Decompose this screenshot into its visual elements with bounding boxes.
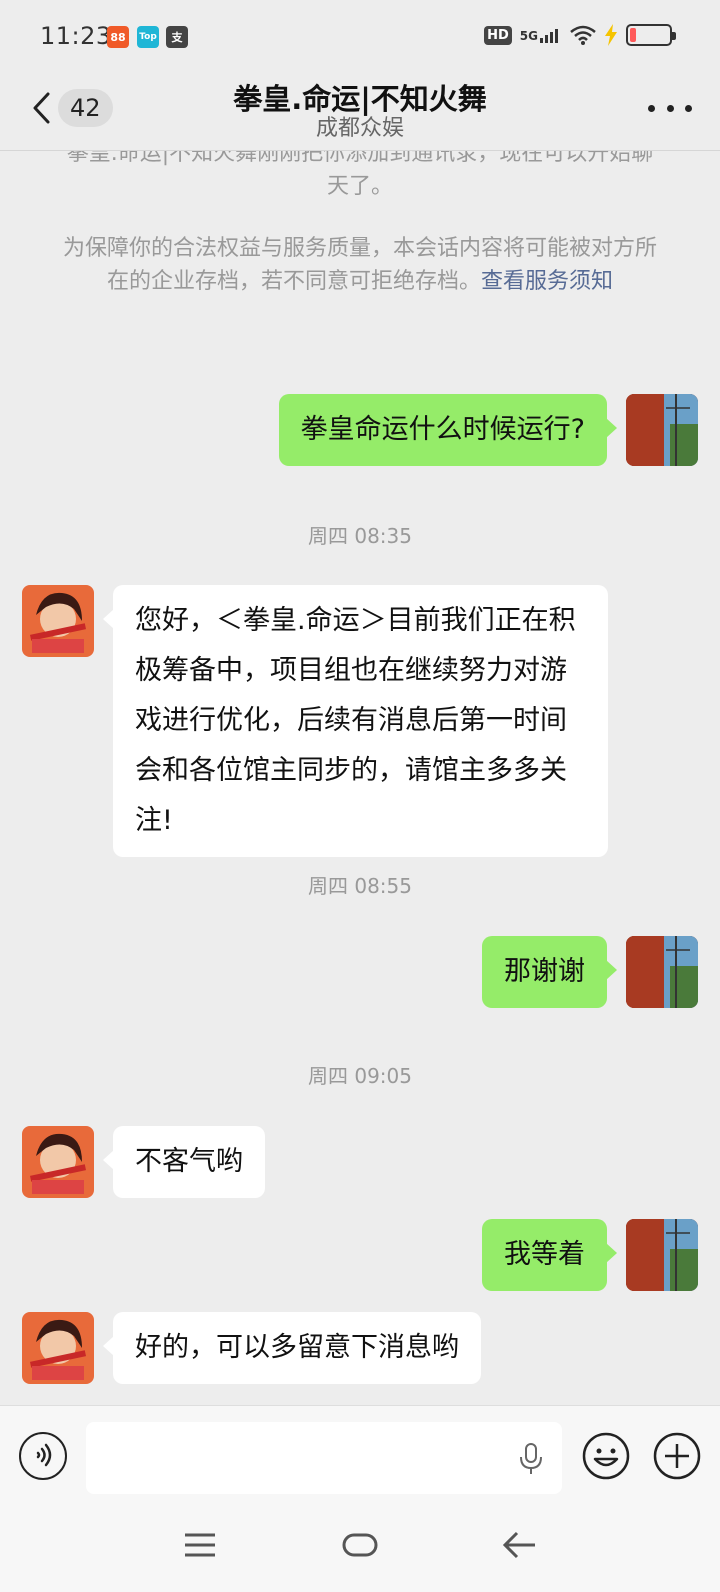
- status-bar: 11:23 88 Top 支 HD 5G: [0, 0, 720, 76]
- back-icon[interactable]: [495, 1525, 545, 1565]
- hd-icon: HD: [484, 25, 512, 45]
- added-contact-notice: 拳皇.命运|不知火舞刚刚把你添加到通讯录，现在可以开始聊天了。: [66, 151, 654, 199]
- message-timestamp: 周四 08:35: [308, 524, 412, 548]
- message-text-input[interactable]: [86, 1422, 562, 1494]
- contact-message-bubble[interactable]: 好的，可以多留意下消息哟: [103, 1312, 481, 1384]
- service-terms-link[interactable]: 查看服务须知: [481, 269, 613, 294]
- message-input-bar: [0, 1405, 720, 1507]
- battery-icon: [626, 24, 676, 46]
- alipay-icon: 支: [166, 26, 188, 48]
- chat-header: 42 拳皇.命运|不知火舞 成都众娱: [0, 76, 720, 150]
- contact-message-bubble[interactable]: 不客气哟: [103, 1126, 265, 1198]
- system-notices: 拳皇.命运|不知火舞刚刚把你添加到通讯录，现在可以开始聊天了。 为保障你的合法权…: [0, 151, 720, 341]
- message-timestamp: 周四 08:55: [308, 874, 412, 898]
- my-avatar[interactable]: [626, 936, 698, 1008]
- wifi-icon: [570, 25, 596, 45]
- signal-icon: 5G: [520, 27, 562, 43]
- voice-input-button[interactable]: [19, 1432, 67, 1480]
- contact-avatar[interactable]: [22, 1126, 94, 1198]
- my-message-bubble[interactable]: 我等着: [482, 1219, 617, 1291]
- status-time: 11:23: [40, 22, 112, 50]
- microphone-icon[interactable]: [518, 1442, 544, 1476]
- more-options-button[interactable]: [648, 96, 692, 120]
- menu-icon[interactable]: [175, 1525, 225, 1565]
- home-icon[interactable]: [335, 1525, 385, 1565]
- system-navigation-bar: [0, 1507, 720, 1592]
- contact-avatar[interactable]: [22, 585, 94, 657]
- voice-wave-icon: [36, 1443, 52, 1467]
- contact-avatar[interactable]: [22, 1312, 94, 1384]
- network-type: 5G: [519, 29, 538, 43]
- archive-notice: 为保障你的合法权益与服务质量，本会话内容将可能被对方所在的企业存档，若不同意可拒…: [62, 236, 657, 294]
- my-message-bubble[interactable]: 那谢谢: [482, 936, 617, 1008]
- my-avatar[interactable]: [626, 394, 698, 466]
- shopping-app-icon: 88: [107, 26, 129, 48]
- my-avatar[interactable]: [626, 1219, 698, 1291]
- contact-message-bubble[interactable]: 您好，＜拳皇.命运＞目前我们正在积极筹备中，项目组也在继续努力对游戏进行优化，后…: [103, 585, 608, 857]
- emoji-icon[interactable]: [581, 1431, 631, 1481]
- add-plus-icon[interactable]: [652, 1431, 702, 1481]
- charging-icon: [605, 24, 617, 46]
- chat-subtitle: 成都众娱: [315, 116, 404, 141]
- message-timestamp: 周四 09:05: [308, 1064, 412, 1088]
- my-message-bubble[interactable]: 拳皇命运什么时候运行?: [278, 394, 618, 466]
- top-app-icon: Top: [137, 26, 159, 48]
